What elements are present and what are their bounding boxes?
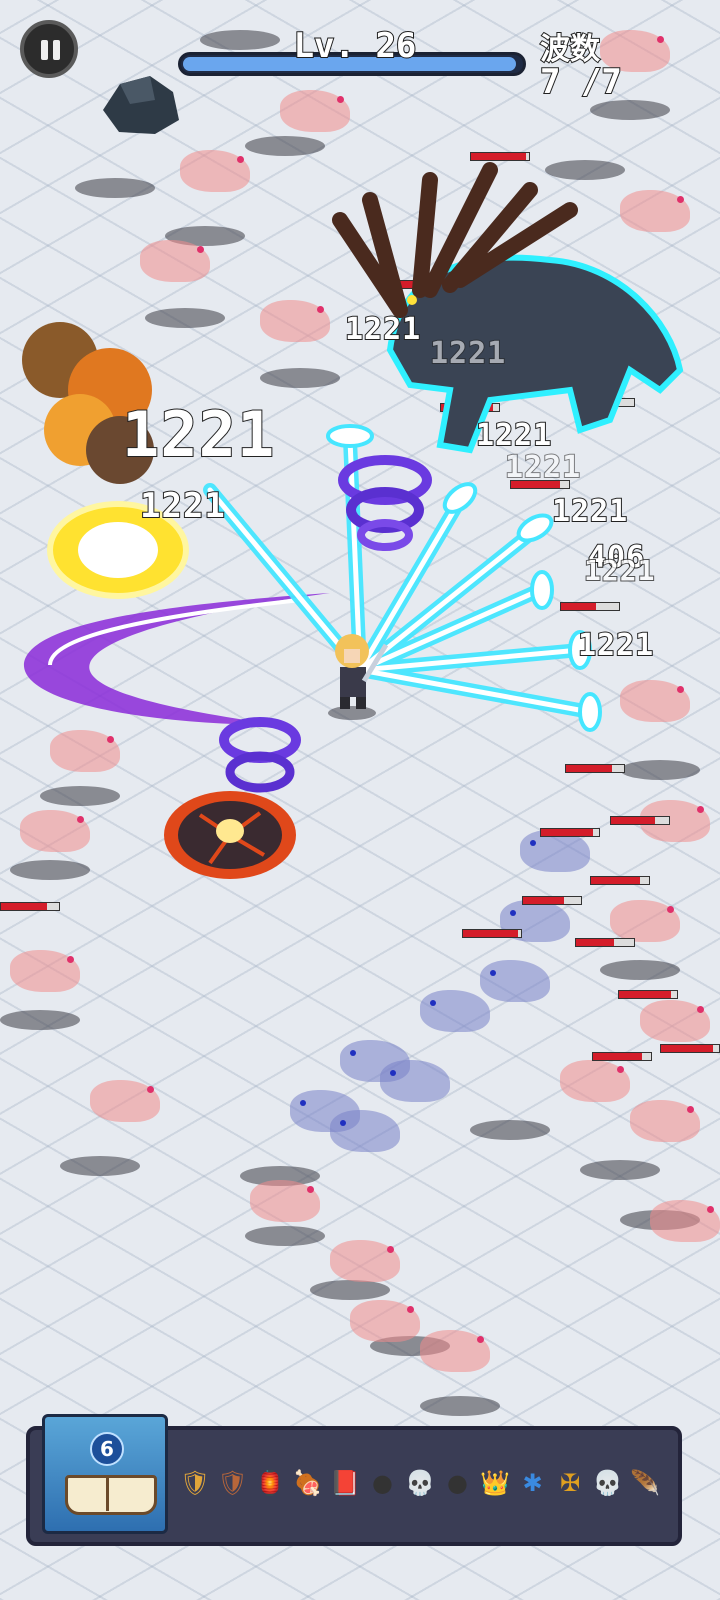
enemy-hp-bar — [592, 1052, 652, 1061]
feather-icon: 🪶 — [630, 1469, 660, 1497]
enemy-hp-bar — [0, 902, 60, 911]
enemy-shadow — [600, 960, 680, 980]
pause-icon — [41, 40, 48, 60]
enemy-shadow — [60, 1156, 140, 1176]
enemy-shadow — [75, 178, 155, 198]
wave-counter: 7 /7 — [539, 61, 623, 103]
enemy-hp-bar — [462, 929, 522, 938]
rock-obstacle — [103, 76, 179, 134]
pink-wolf-enemy — [90, 1080, 160, 1122]
pink-wolf-enemy — [260, 300, 330, 342]
enemy-shadow — [10, 860, 90, 880]
enemy-shadow — [260, 368, 340, 388]
damage-number: 1221 — [344, 311, 422, 348]
damage-number: 1221 — [121, 397, 276, 472]
book-spine — [106, 1475, 109, 1511]
enemy-hp-bar — [565, 764, 625, 773]
vortex-ring-effect — [338, 455, 432, 551]
damage-number: 1221 — [577, 627, 655, 664]
crown-icon: 👑 — [480, 1469, 510, 1497]
enemy-shadow — [245, 136, 325, 156]
enemy-hp-bar — [590, 876, 650, 885]
pink-wolf-enemy — [330, 1240, 400, 1282]
enemy-hp-bar — [610, 816, 670, 825]
red-book-icon: 📕 — [330, 1469, 360, 1497]
enemy-shadow — [200, 30, 280, 50]
shield-icon: 🛡 — [217, 1469, 248, 1497]
blue-shield-icon: ✱ — [522, 1469, 543, 1497]
pink-wolf-enemy — [350, 1300, 420, 1342]
enemy-shadow — [0, 1010, 80, 1030]
pink-wolf-enemy — [180, 150, 250, 192]
blue-wolf-enemy — [480, 960, 550, 1002]
winged-helmet-icon: ✠ — [559, 1469, 581, 1497]
pink-wolf-enemy — [20, 810, 90, 852]
spellbook-count-badge: 6 — [90, 1432, 124, 1466]
blue-wolf-enemy — [420, 990, 490, 1032]
pink-wolf-enemy — [630, 1100, 700, 1142]
skull-icon: 💀 — [592, 1469, 623, 1497]
pink-wolf-enemy — [650, 1200, 720, 1242]
pink-wolf-enemy — [10, 950, 80, 992]
damage-number: 1221 — [551, 493, 629, 530]
damage-number: 1221 — [475, 417, 553, 454]
skull-icon: 💀 — [405, 1469, 435, 1497]
cannon-icon: ● — [372, 1469, 393, 1497]
damage-number: 1221 — [504, 449, 582, 486]
pink-wolf-enemy — [560, 1060, 630, 1102]
enemy-shadow — [245, 1226, 325, 1246]
pink-wolf-enemy — [640, 1000, 710, 1042]
meat-icon: 🍖 — [292, 1469, 323, 1497]
enemy-shadow — [470, 1120, 550, 1140]
pink-wolf-enemy — [250, 1180, 320, 1222]
blue-wolf-enemy — [330, 1110, 400, 1152]
pink-wolf-enemy — [610, 900, 680, 942]
damage-number: 1221 — [139, 485, 226, 527]
pink-wolf-enemy — [620, 680, 690, 722]
blue-wolf-enemy — [380, 1060, 450, 1102]
enemy-hp-bar — [660, 1044, 720, 1053]
lantern-icon: 🏮 — [255, 1469, 285, 1497]
enemy-shadow — [40, 786, 120, 806]
enemy-shadow — [620, 760, 700, 780]
enemy-shadow — [590, 100, 670, 120]
enemy-hp-bar — [522, 896, 582, 905]
hero-character — [328, 634, 389, 720]
enemy-hp-bar — [540, 828, 600, 837]
pink-wolf-enemy — [420, 1330, 490, 1372]
pause-icon — [53, 40, 60, 60]
antlered-beast-boss — [332, 162, 684, 454]
enemy-shadow — [310, 1280, 390, 1300]
fire-pit-effect — [164, 791, 296, 879]
pink-wolf-enemy — [280, 90, 350, 132]
pink-wolf-enemy — [140, 240, 210, 282]
armor-icon: 🛡 — [179, 1469, 211, 1497]
enemy-hp-bar — [575, 938, 635, 947]
enemy-shadow — [580, 1160, 660, 1180]
level-text: Lv. 26 — [293, 25, 418, 67]
open-book-icon — [65, 1475, 157, 1515]
enemy-shadow — [420, 1396, 500, 1416]
enemy-hp-bar — [618, 990, 678, 999]
damage-number: 1221 — [583, 553, 656, 588]
damage-number: 1221 — [429, 335, 507, 372]
cannon-icon: ● — [447, 1469, 468, 1497]
pause-button[interactable] — [20, 20, 78, 78]
game-field: 1221 1221 1221 1221 1221 1221 406 1221 1… — [0, 0, 720, 1600]
